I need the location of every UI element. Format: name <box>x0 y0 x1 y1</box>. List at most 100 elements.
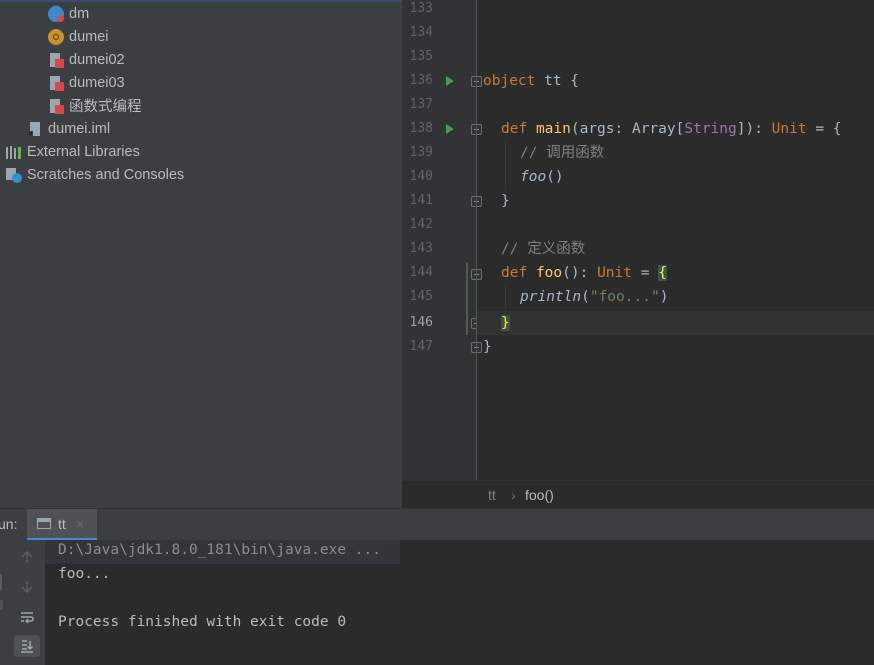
type-unit: Unit <box>771 121 807 137</box>
code-line-138: def main(args: Array[String]): Unit = { <box>501 117 842 141</box>
line-number: 147 <box>409 339 433 354</box>
tree-item-dumei03[interactable]: dumei03 <box>48 71 125 94</box>
scala-file-icon <box>48 52 64 68</box>
breadcrumb-item-tt[interactable]: tt <box>488 487 496 503</box>
keyword: object <box>483 73 536 89</box>
code-line-144: def foo(): Unit = { <box>501 261 667 285</box>
scroll-to-end-icon[interactable] <box>14 635 40 657</box>
project-panel: dm dumei dumei02 dumei03 函数式编程 dumei.iml… <box>0 0 402 508</box>
side-edge-marker <box>0 600 3 610</box>
line-number: 138 <box>409 121 433 136</box>
tab-label: tt <box>58 516 66 532</box>
tree-item-label: dumei <box>69 28 109 45</box>
code-editor[interactable]: 133 134 135 136 137 138 139 140 141 142 … <box>402 0 874 480</box>
code-line-141: } <box>501 189 510 213</box>
console-output[interactable]: D:\Java\jdk1.8.0_181\bin\java.exe ... fo… <box>0 540 874 665</box>
scroll-up-icon[interactable] <box>14 546 40 568</box>
side-edge-marker <box>0 574 6 590</box>
indent-guide <box>505 285 506 309</box>
tree-item-scratches[interactable]: Scratches and Consoles <box>6 163 184 186</box>
code-line-136: object tt { <box>483 69 579 93</box>
function-call: foo <box>520 169 547 185</box>
close-icon[interactable]: × <box>76 516 84 532</box>
tree-item-label: 函数式编程 <box>69 99 142 115</box>
console-line: Process finished with exit code 0 <box>58 614 347 630</box>
tree-item-dumei02[interactable]: dumei02 <box>48 48 125 71</box>
line-number: 134 <box>409 25 433 40</box>
code-text: = { <box>806 121 842 137</box>
line-number: 145 <box>409 289 433 304</box>
line-number: 144 <box>409 265 433 280</box>
tree-item-dumei-iml[interactable]: dumei.iml <box>27 117 110 140</box>
vcs-change-marker <box>466 263 468 335</box>
code-text: (): <box>562 265 598 281</box>
run-toolbar <box>0 540 45 665</box>
code-line-143: // 定义函数 <box>501 237 585 261</box>
tree-item-external-libraries[interactable]: External Libraries <box>6 140 140 163</box>
libraries-icon <box>6 144 22 160</box>
run-panel-header: un: tt × <box>0 508 874 541</box>
line-number: 140 <box>409 169 433 184</box>
code-line-147: } <box>483 335 492 359</box>
breadcrumb-item-foo[interactable]: foo() <box>525 487 554 503</box>
code-line-140: foo() <box>520 165 564 189</box>
code-text: ]): <box>736 121 772 137</box>
code-text: () <box>546 169 564 185</box>
code-text: tt { <box>535 73 580 89</box>
code-line-145: println("foo...") <box>520 285 668 309</box>
tab-run-tt[interactable]: tt × <box>27 509 97 541</box>
breadcrumb-separator: › <box>511 487 516 503</box>
soft-wrap-icon[interactable] <box>14 606 40 628</box>
run-gutter-icon[interactable] <box>446 124 454 134</box>
scala-class-icon <box>48 28 64 45</box>
run-console-icon <box>37 518 51 529</box>
indent-guide <box>505 141 506 189</box>
tree-item-label: dumei03 <box>69 74 125 91</box>
tree-item-label: dm <box>69 5 90 22</box>
line-number: 139 <box>409 145 433 160</box>
run-gutter-icon[interactable] <box>446 76 454 86</box>
scroll-down-icon[interactable] <box>14 576 40 598</box>
tree-item-label: Scratches and Consoles <box>27 166 185 183</box>
caret-row-highlight <box>477 311 874 335</box>
code-text: = <box>631 265 659 281</box>
line-number-current: 146 <box>409 315 433 330</box>
line-number: 136 <box>409 73 433 88</box>
code-line-146: } <box>501 311 510 335</box>
matched-brace: } <box>501 315 510 331</box>
scala-file-icon <box>48 98 64 114</box>
type-name: String <box>684 121 737 137</box>
line-number: 137 <box>409 97 433 112</box>
matched-brace: { <box>658 265 667 281</box>
scala-object-icon <box>48 5 64 22</box>
console-line-command: D:\Java\jdk1.8.0_181\bin\java.exe ... <box>58 542 382 558</box>
comment: // 调用函数 <box>520 145 605 161</box>
tree-item-functional-programming[interactable]: 函数式编程 <box>48 94 142 117</box>
console-line: foo... <box>58 566 111 582</box>
line-number: 141 <box>409 193 433 208</box>
code-text: ( <box>581 289 590 305</box>
code-text: } <box>483 339 492 355</box>
function-call: println <box>520 289 582 305</box>
comment: // 定义函数 <box>501 241 586 257</box>
line-number: 135 <box>409 49 433 64</box>
line-number: 143 <box>409 241 433 256</box>
type-unit: Unit <box>597 265 632 281</box>
tree-item-dm[interactable]: dm <box>48 2 89 25</box>
tree-item-label: dumei02 <box>69 51 125 68</box>
code-text: ) <box>659 289 669 305</box>
function-name: main <box>535 121 571 137</box>
string-literal: "foo..." <box>589 289 660 305</box>
tree-item-label: External Libraries <box>27 143 140 160</box>
keyword: def <box>501 121 528 137</box>
editor-gutter: 133 134 135 136 137 138 139 140 141 142 … <box>402 0 482 480</box>
gutter-divider <box>476 0 477 480</box>
breadcrumb: tt › foo() <box>402 480 874 509</box>
keyword: def <box>501 265 528 281</box>
line-number: 142 <box>409 217 433 232</box>
code-text: (args: Array[ <box>570 121 685 137</box>
function-name: foo <box>535 265 563 281</box>
tree-item-dumei[interactable]: dumei <box>48 25 109 48</box>
code-text: } <box>501 193 510 209</box>
scala-file-icon <box>48 75 64 91</box>
